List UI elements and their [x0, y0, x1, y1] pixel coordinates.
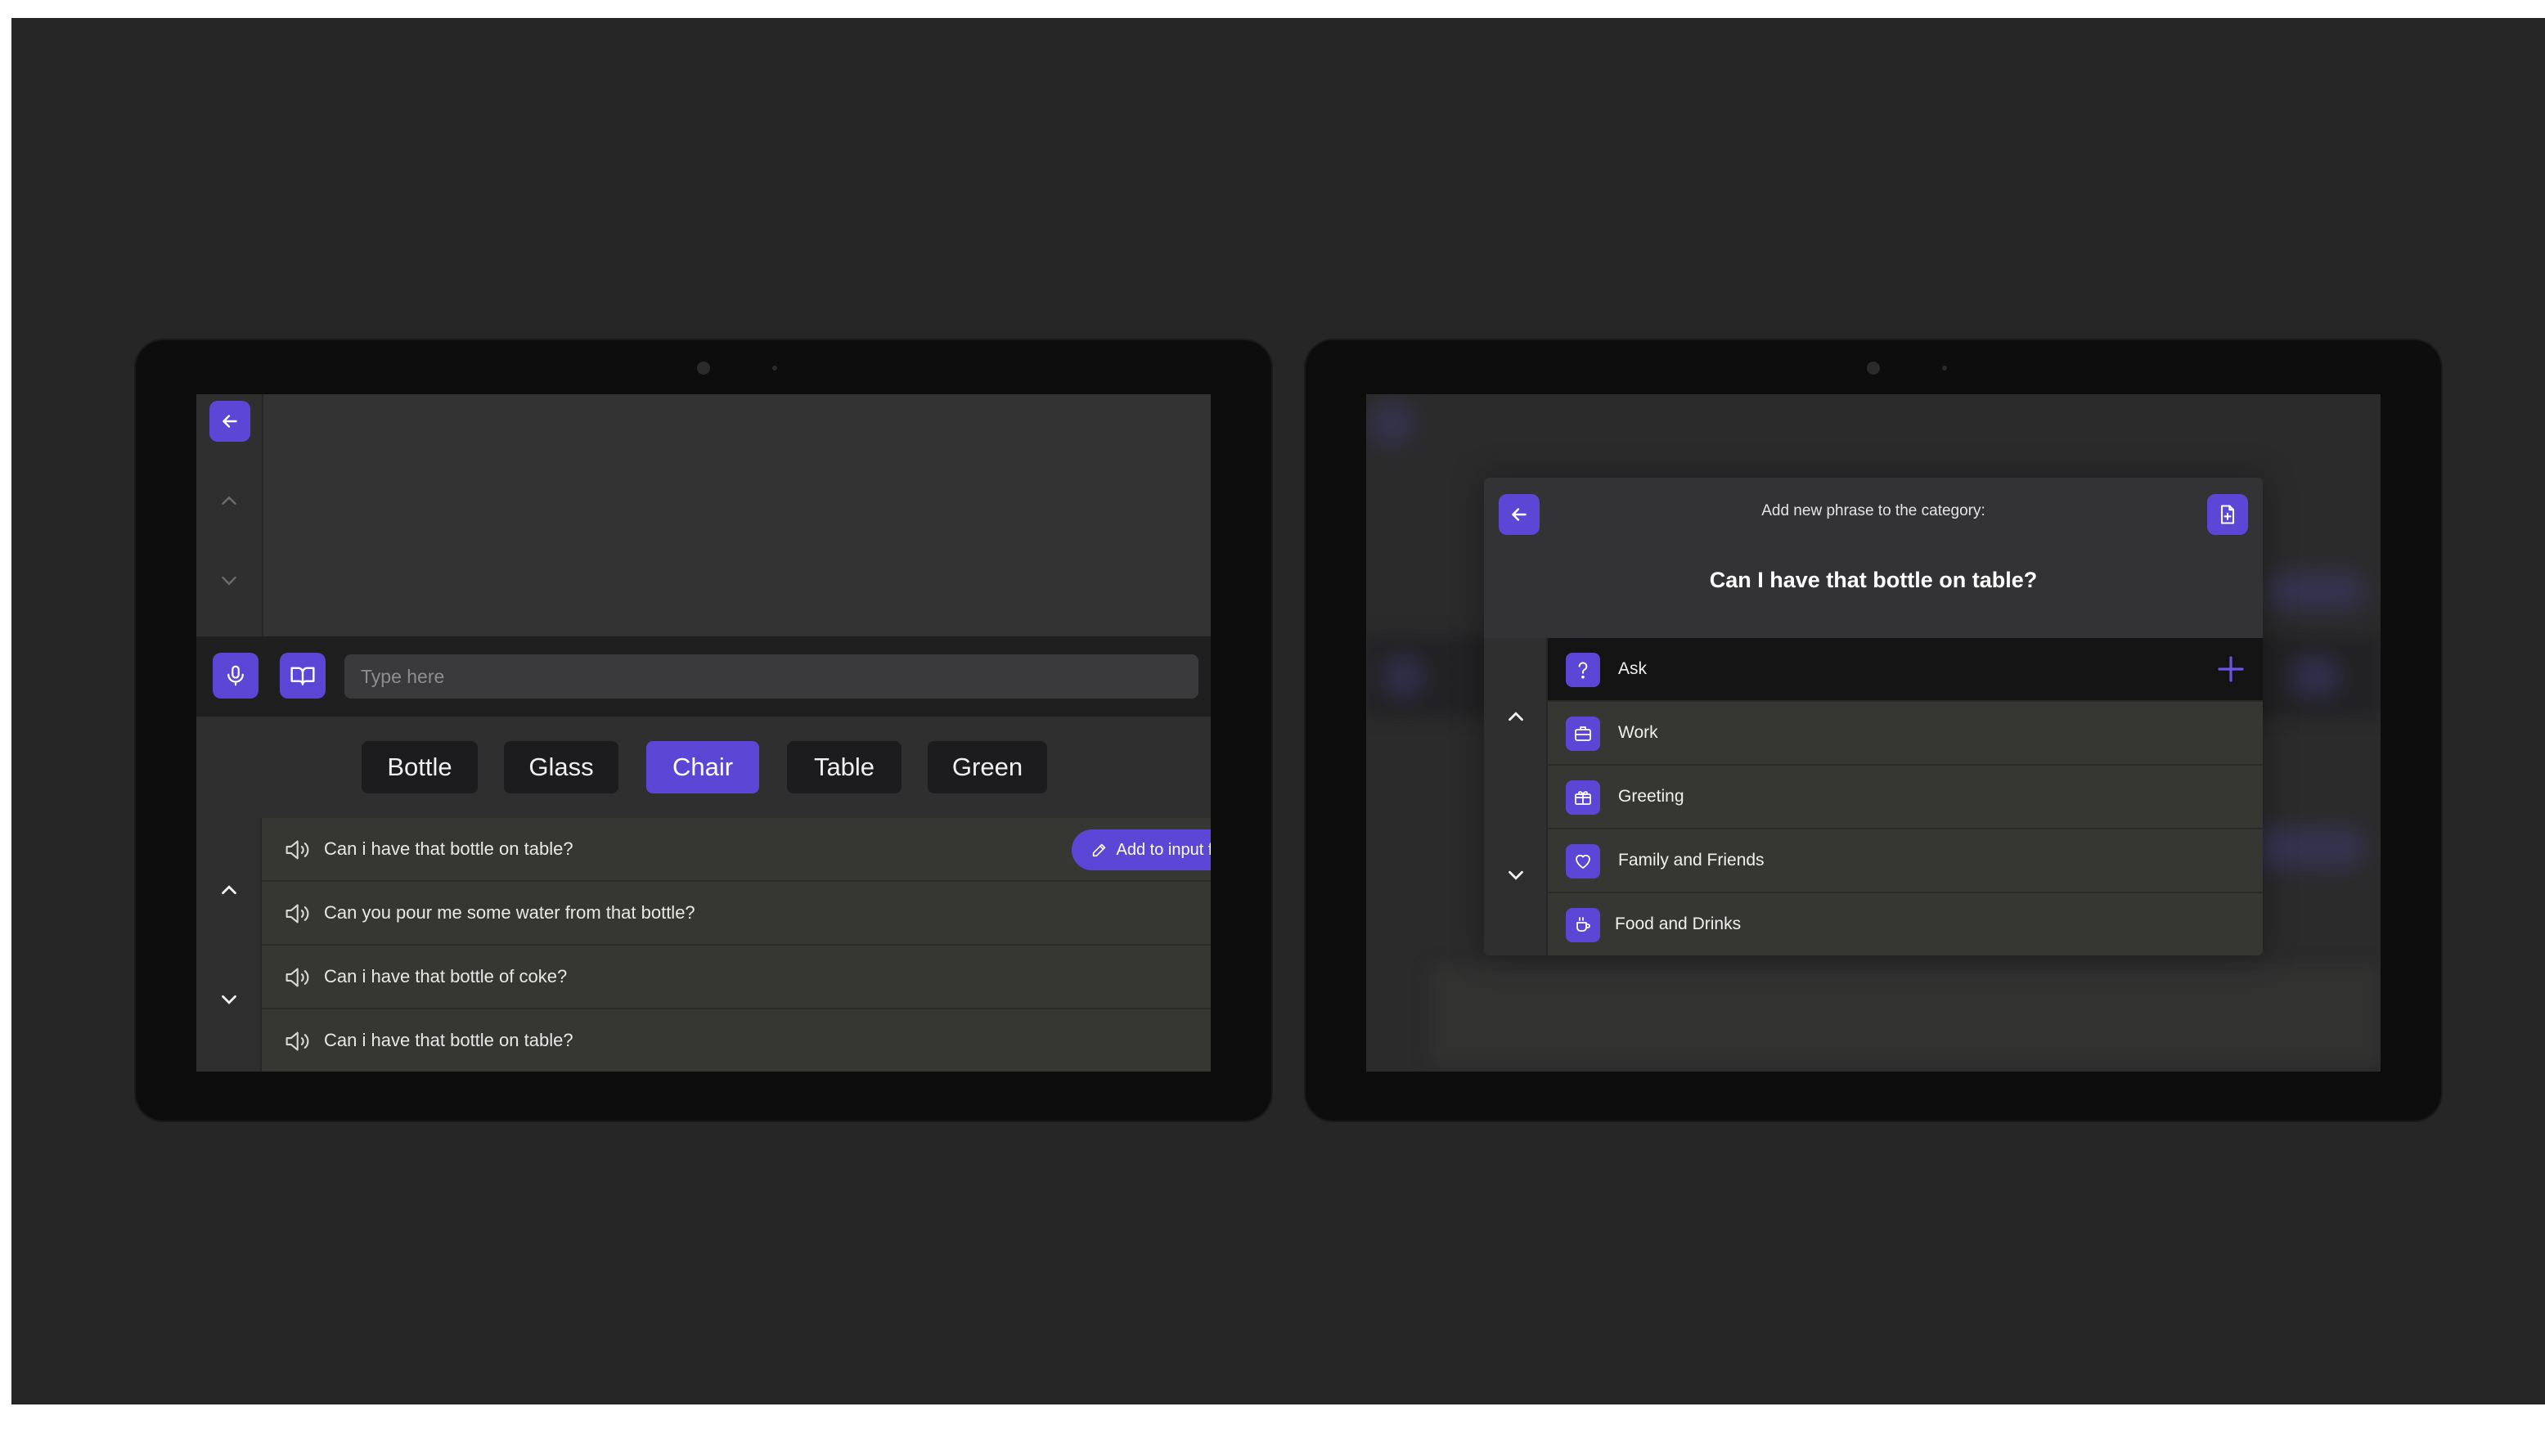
phrase-row[interactable]: Can i have that bottle of coke?	[262, 946, 1211, 1009]
history-rail	[196, 394, 263, 636]
speaker-icon[interactable]	[285, 901, 313, 926]
cup-icon	[1576, 917, 1590, 932]
phrase-row[interactable]: Can i have that bottle on table? Add to …	[262, 818, 1211, 882]
phrase-text: Can i have that bottle on table?	[324, 1030, 573, 1050]
back-button[interactable]	[209, 401, 250, 442]
category-scroll-up[interactable]	[1500, 700, 1532, 733]
plus-icon[interactable]	[2214, 652, 2248, 686]
category-icon	[1566, 908, 1600, 942]
tablet-camera	[1867, 362, 1880, 375]
category-label: Work	[1618, 723, 1658, 742]
tablet-sensor	[1942, 366, 1947, 371]
phrase-row[interactable]: Can i have that bottle on table?	[262, 1009, 1211, 1072]
blurred-book-button	[2291, 656, 2340, 697]
word-chip-glass[interactable]: Glass	[504, 741, 618, 793]
category-row-food-and-drinks[interactable]: Food and Drinks	[1548, 893, 2263, 955]
phrases-rail	[196, 818, 262, 1072]
microphone-button[interactable]	[213, 653, 259, 699]
phrase-text: Can i have that bottle on table?	[324, 838, 573, 859]
word-chip-table[interactable]: Table	[787, 741, 902, 793]
category-icon	[1566, 780, 1600, 815]
right-tablet: Add new phrase to the category: Can I ha…	[1304, 339, 2443, 1122]
chevron-up-icon	[1509, 712, 1523, 721]
category-label: Food and Drinks	[1615, 914, 1742, 933]
dialog-phrase: Can I have that bottle on table?	[1709, 568, 2038, 592]
tablet-sensor	[772, 366, 777, 371]
gift-icon	[1575, 791, 1591, 805]
right-screen: Add new phrase to the category: Can I ha…	[1366, 394, 2381, 1072]
blurred-chip	[2266, 573, 2364, 609]
left-tablet: Bottle Glass Chair Table Green Can i hav…	[134, 339, 1273, 1122]
chevron-up-icon	[222, 885, 236, 895]
blurred-phrase-list	[1432, 967, 2381, 1065]
category-scroll-down[interactable]	[1500, 859, 1532, 892]
category-row-ask[interactable]: Ask	[1548, 638, 2263, 702]
phrase-text: Can you pour me some water from that bot…	[324, 902, 695, 923]
phrase-text: Can i have that bottle of coke?	[324, 966, 568, 986]
dialog-header: Add new phrase to the category: Can I ha…	[1484, 478, 2263, 638]
chevron-down-icon	[222, 995, 236, 1004]
message-input[interactable]	[344, 654, 1198, 699]
category-row-work[interactable]: Work	[1548, 702, 2263, 766]
category-icon	[1566, 844, 1600, 879]
add-to-input-label: Add to input field	[1116, 840, 1212, 859]
input-bar	[196, 636, 1211, 717]
word-suggestions: Bottle Glass Chair Table Green	[196, 717, 1211, 818]
conversation-area	[263, 394, 1211, 636]
chevron-up-icon	[222, 496, 236, 505]
tablet-camera	[697, 362, 710, 375]
phrasebook-button[interactable]	[280, 653, 326, 699]
microphone-icon	[227, 665, 244, 686]
word-chip-bottle[interactable]: Bottle	[362, 741, 478, 793]
category-rail	[1484, 638, 1548, 955]
category-icon	[1566, 653, 1600, 687]
speaker-icon[interactable]	[285, 838, 313, 862]
chevron-down-icon	[1509, 870, 1523, 880]
category-label: Greeting	[1618, 787, 1684, 806]
category-icon	[1566, 717, 1600, 751]
back-arrow-icon	[223, 415, 237, 428]
heart-icon	[1576, 854, 1590, 869]
phrases-scroll-down[interactable]	[213, 983, 245, 1016]
category-row-family-and-friends[interactable]: Family and Friends	[1548, 829, 2263, 893]
speaker-icon[interactable]	[285, 1029, 313, 1054]
speaker-icon[interactable]	[285, 965, 313, 990]
pencil-icon	[1092, 843, 1105, 857]
phrase-suggestions: Can i have that bottle on table? Add to …	[262, 818, 1211, 1072]
question-icon	[1578, 662, 1588, 679]
chevron-down-icon	[222, 577, 236, 586]
category-label: Family and Friends	[1618, 851, 1765, 870]
presentation-canvas: Bottle Glass Chair Table Green Can i hav…	[11, 18, 2545, 1404]
category-row-greeting[interactable]: Greeting	[1548, 766, 2263, 829]
phrase-row[interactable]: Can you pour me some water from that bot…	[262, 882, 1211, 946]
left-screen: Bottle Glass Chair Table Green Can i hav…	[196, 394, 1211, 1072]
category-label: Ask	[1618, 659, 1648, 678]
briefcase-icon	[1575, 726, 1591, 741]
add-phrase-dialog: Add new phrase to the category: Can I ha…	[1484, 478, 2263, 955]
blurred-back-button	[1371, 402, 1412, 443]
phrases-scroll-up[interactable]	[213, 874, 245, 906]
word-chip-chair[interactable]: Chair	[646, 741, 759, 793]
blurred-mic-button	[1383, 656, 1423, 697]
blurred-add-button	[2250, 828, 2364, 867]
history-scroll-down[interactable]	[213, 564, 245, 597]
history-scroll-up[interactable]	[213, 484, 245, 517]
word-chip-green[interactable]: Green	[928, 741, 1047, 793]
category-list: Ask Work Greeting Family and Friends Foo…	[1548, 638, 2263, 955]
add-to-input-button[interactable]: Add to input field	[1072, 829, 1211, 870]
dialog-label: Add new phrase to the category:	[1761, 502, 1985, 519]
book-icon	[290, 667, 315, 685]
